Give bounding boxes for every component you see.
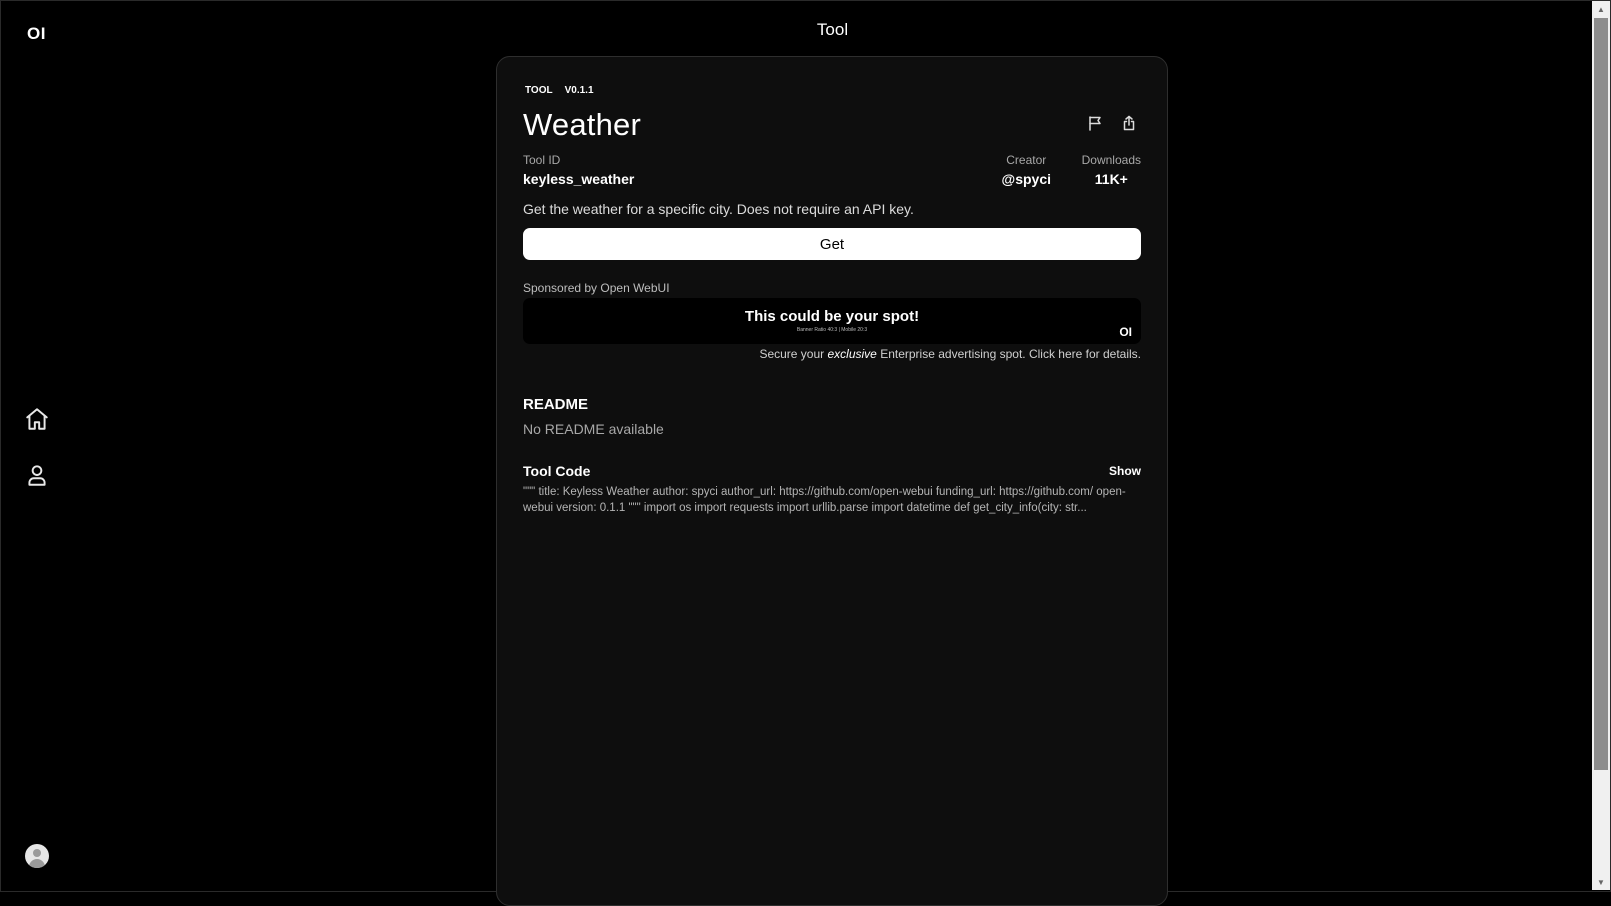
user-icon[interactable] [22, 460, 52, 490]
scroll-up-icon[interactable]: ▲ [1592, 1, 1610, 17]
creator-block: Creator @spyci [1002, 153, 1051, 187]
scrollbar[interactable]: ▲ ▼ [1592, 1, 1610, 890]
tool-card: TOOL V0.1.1 Weather Tool ID keyless_weat… [496, 56, 1168, 906]
readme-heading: README [523, 396, 589, 413]
sponsor-label: Sponsored by Open WebUI [523, 281, 670, 295]
creator-label: Creator [1006, 153, 1047, 167]
avatar-shoulders [29, 859, 45, 868]
downloads-block: Downloads 11K+ [1082, 153, 1141, 187]
show-code-button[interactable]: Show [1109, 464, 1141, 478]
tool-name: Weather [523, 107, 641, 142]
scroll-down-icon[interactable]: ▼ [1592, 874, 1610, 890]
avatar[interactable] [25, 844, 49, 868]
avatar-head [33, 849, 41, 857]
banner-title: This could be your spot! [744, 308, 920, 325]
downloads-value: 11K+ [1094, 171, 1128, 187]
page-title: Tool [816, 20, 849, 39]
tool-tags: TOOL V0.1.1 [523, 85, 1143, 96]
tool-code-preview: """ title: Keyless Weather author: spyci… [523, 486, 1126, 514]
readme-body: No README available [523, 421, 664, 437]
version-tag: V0.1.1 [564, 85, 594, 96]
share-icon[interactable] [1121, 115, 1137, 131]
sponsor-banner[interactable]: This could be your spot! Banner Ratio 40… [523, 298, 1141, 344]
secure-emphasis: exclusive [827, 347, 877, 361]
advertising-link[interactable]: Secure your exclusive Enterprise adverti… [759, 347, 1141, 361]
downloads-label: Downloads [1081, 153, 1141, 167]
banner-logo: OI [1119, 325, 1132, 339]
type-tag: TOOL [525, 85, 553, 96]
secure-prefix: Secure your [759, 347, 825, 361]
tool-actions [1087, 115, 1137, 131]
creator-value[interactable]: @spyci [1002, 171, 1051, 187]
secure-suffix: Enterprise advertising spot. Click here … [880, 347, 1141, 361]
get-button[interactable]: Get [523, 228, 1141, 260]
home-icon[interactable] [22, 404, 52, 434]
banner-subtitle: Banner Ratio 40:3 | Mobile 20:3 [796, 327, 868, 333]
scrollbar-thumb[interactable] [1594, 18, 1608, 770]
tool-description: Get the weather for a specific city. Doe… [523, 201, 914, 217]
flag-icon[interactable] [1087, 115, 1103, 131]
tool-code-heading: Tool Code [523, 463, 591, 479]
